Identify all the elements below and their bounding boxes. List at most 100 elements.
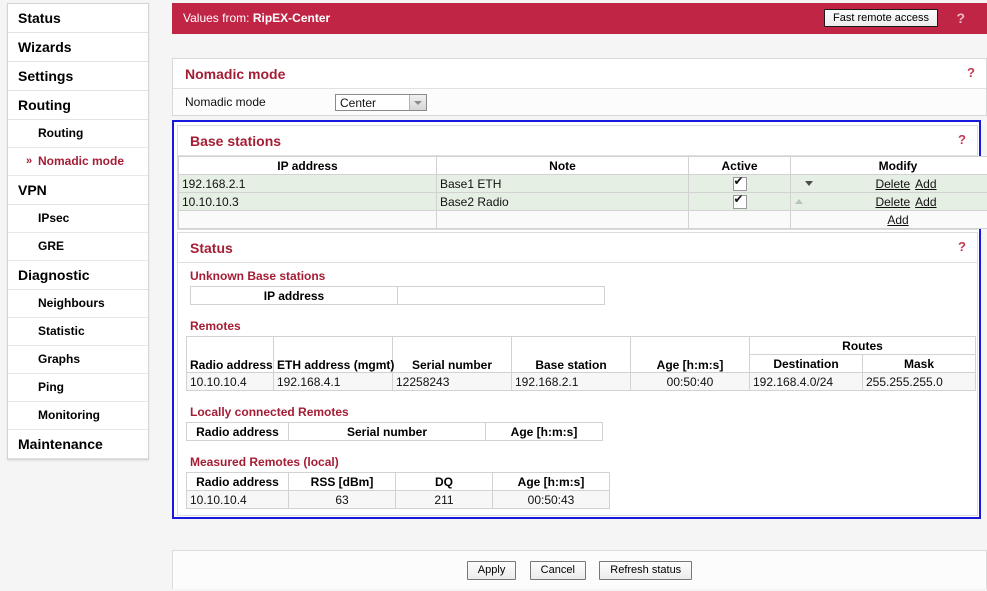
sidebar-item-monitoring[interactable]: Monitoring — [8, 402, 148, 430]
table-row: 10.10.10.3Base2 Radio Delete Add — [178, 192, 987, 211]
sidebar-item-routing[interactable]: Routing — [8, 120, 148, 148]
measured-remotes-heading: Measured Remotes (local) — [190, 455, 339, 469]
chevron-down-icon[interactable] — [409, 94, 426, 110]
sidebar-item-routing[interactable]: Routing — [8, 91, 148, 120]
nomadic-mode-select[interactable]: Center — [335, 93, 427, 111]
sidebar-item-graphs[interactable]: Graphs — [8, 346, 148, 374]
help-icon-status[interactable]: ? — [958, 239, 966, 254]
sidebar-item-status[interactable]: Status — [8, 4, 148, 33]
base-station-modify-cell: Delete Add — [790, 174, 987, 193]
add-base-station-link[interactable]: Add — [887, 213, 908, 227]
status-panel-title: Status ? — [178, 233, 977, 263]
column-header: Radio address — [186, 422, 289, 441]
measured-dq: 211 — [395, 490, 493, 509]
delete-link[interactable]: Delete — [875, 177, 910, 191]
column-header: Base station — [511, 336, 631, 373]
active-checkbox[interactable] — [732, 192, 747, 209]
column-header: DQ — [395, 472, 493, 491]
sidebar-item-label: Nomadic mode — [38, 154, 125, 168]
nomadic-mode-panel-title: Nomadic mode ? — [173, 59, 986, 89]
sidebar-item-diagnostic[interactable]: Diagnostic — [8, 261, 148, 290]
column-header: Age [h:m:s] — [492, 472, 610, 491]
base-station-modify-cell: Delete Add — [790, 192, 987, 211]
empty-cell — [688, 210, 791, 229]
table-row: 10.10.10.4 192.168.4.1 12258243 192.168.2.1… — [186, 372, 976, 391]
move-up-icon[interactable] — [795, 199, 803, 204]
sidebar-item-ping[interactable]: Ping — [8, 374, 148, 402]
measured-remotes-table: Radio address RSS [dBm] DQ Age [h:m:s] 10.10… — [186, 472, 610, 509]
nomadic-mode-panel: Nomadic mode ? Nomadic mode Center — [172, 58, 987, 116]
column-header: RSS [dBm] — [288, 472, 396, 491]
column-header: Destination — [749, 354, 863, 373]
sidebar-item-label: Statistic — [38, 324, 85, 338]
sidebar-item-label: Routing — [18, 97, 71, 113]
sidebar-item-label: Maintenance — [18, 436, 103, 452]
sidebar-item-label: Routing — [38, 126, 84, 140]
sidebar-item-nomadic-mode[interactable]: » Nomadic mode — [8, 148, 148, 176]
help-icon-nomadic[interactable]: ? — [967, 65, 975, 80]
table-header-row: Radio address RSS [dBm] DQ Age [h:m:s] — [186, 472, 610, 491]
route-destination: 192.168.4.0/24 — [749, 372, 863, 391]
sidebar-item-wizards[interactable]: Wizards — [8, 33, 148, 62]
column-header: Serial number — [392, 336, 512, 373]
base-station-ip-address: 192.168.2.1 — [178, 174, 437, 193]
sidebar-item-neighbours[interactable]: Neighbours — [8, 290, 148, 318]
base-stations-title-text: Base stations — [190, 133, 282, 149]
active-checkbox[interactable] — [732, 174, 747, 191]
table-header-row: IP address Note Active Modify — [178, 156, 987, 175]
measured-rss: 63 — [288, 490, 396, 509]
values-from-label: Values from: RipEX-Center — [183, 11, 330, 25]
add-link[interactable]: Add — [915, 177, 936, 191]
column-header: Modify — [790, 156, 987, 175]
delete-link[interactable]: Delete — [875, 195, 910, 209]
sidebar-item-label: Diagnostic — [18, 267, 90, 283]
column-header: Mask — [862, 354, 976, 373]
measured-age: 00:50:43 — [492, 490, 610, 509]
base-station-active-cell — [688, 192, 791, 211]
locally-connected-remotes-table: Radio address Serial number Age [h:m:s] — [186, 422, 603, 441]
apply-button[interactable]: Apply — [466, 561, 517, 580]
sidebar-active-marker-icon: » — [26, 155, 33, 167]
base-station-note: Base1 ETH — [436, 174, 689, 193]
measured-radio-address: 10.10.10.4 — [186, 490, 289, 509]
sidebar-item-vpn[interactable]: VPN — [8, 176, 148, 205]
table-header-row: Radio address Serial number Age [h:m:s] — [186, 422, 603, 441]
remote-base-station: 192.168.2.1 — [511, 372, 631, 391]
empty-cell — [178, 210, 437, 229]
base-station-active-cell — [688, 174, 791, 193]
cancel-button[interactable]: Cancel — [529, 561, 586, 580]
column-header: IP address — [178, 156, 437, 175]
help-icon-topbar[interactable]: ? — [956, 10, 965, 26]
top-status-bar: Values from: RipEX-Center Fast remote ac… — [172, 3, 987, 34]
sidebar-item-maintenance[interactable]: Maintenance — [8, 430, 148, 459]
column-header: ETH address (mgmt) — [273, 336, 394, 373]
action-button-bar: Apply Cancel Refresh status — [172, 550, 987, 589]
base-stations-table: IP address Note Active Modify 192.168.2.1 Bas… — [178, 156, 987, 229]
fast-remote-access-button[interactable]: Fast remote access — [824, 9, 938, 27]
footer-add-cell: Add — [790, 210, 987, 229]
status-title-text: Status — [190, 240, 233, 256]
help-icon-base-stations[interactable]: ? — [958, 132, 966, 147]
remote-age: 00:50:40 — [630, 372, 750, 391]
base-stations-panel-title: Base stations ? — [178, 126, 977, 156]
move-down-icon[interactable] — [805, 181, 813, 186]
nomadic-mode-select-value: Center — [340, 95, 377, 110]
table-footer-row: Add — [178, 210, 987, 229]
sidebar-item-settings[interactable]: Settings — [8, 62, 148, 91]
nomadic-mode-row: Nomadic mode Center — [173, 89, 986, 115]
remotes-heading: Remotes — [190, 319, 241, 333]
values-from-prefix: Values from: — [183, 11, 253, 25]
refresh-status-button[interactable]: Refresh status — [599, 561, 693, 580]
sidebar-item-gre[interactable]: GRE — [8, 233, 148, 261]
sidebar-item-label: Wizards — [18, 39, 72, 55]
add-link[interactable]: Add — [915, 195, 936, 209]
column-group-header-routes: Routes — [749, 336, 976, 355]
sidebar-item-label: Settings — [18, 68, 74, 84]
remotes-table: Radio address ETH address (mgmt) Serial nu… — [186, 336, 976, 391]
remote-radio-address: 10.10.10.4 — [186, 372, 274, 391]
sidebar-item-statistic[interactable]: Statistic — [8, 318, 148, 346]
table-row: 10.10.10.4 63 211 00:50:43 — [186, 490, 610, 509]
column-header: Serial number — [288, 422, 486, 441]
sidebar-item-ipsec[interactable]: IPsec — [8, 205, 148, 233]
column-header: Radio address — [186, 472, 289, 491]
